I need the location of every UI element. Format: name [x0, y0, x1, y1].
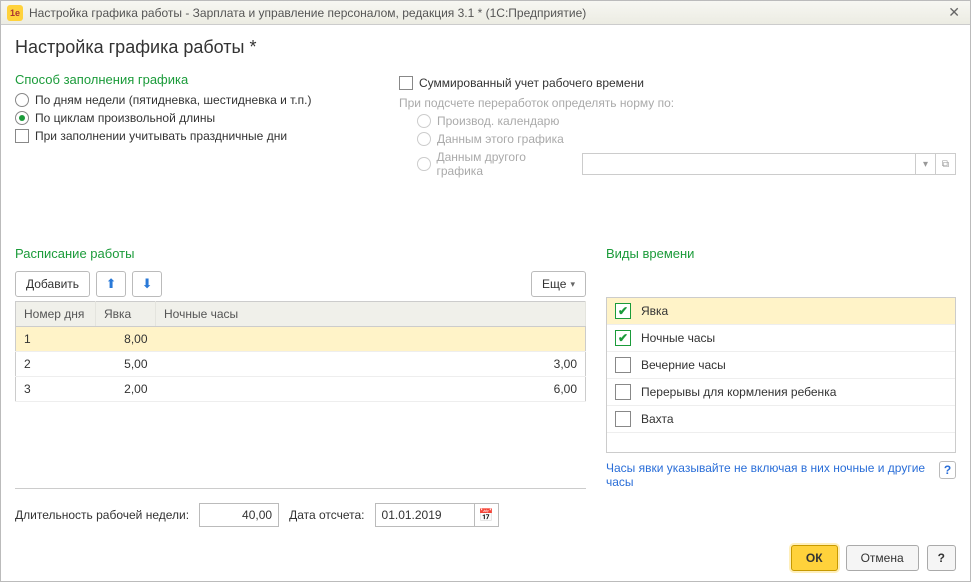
schedule-grid: Номер дня Явка Ночные часы 18,0025,003,0…	[15, 301, 586, 402]
cell-night: 3,00	[156, 352, 586, 377]
cell-presence: 2,00	[96, 377, 156, 402]
radio-weekdays[interactable]: По дням недели (пятидневка, шестидневка …	[15, 93, 375, 107]
radio-norm-calendar: Производ. календарю	[417, 114, 956, 128]
window: 1e Настройка графика работы - Зарплата и…	[0, 0, 971, 582]
cell-daynum: 2	[16, 352, 96, 377]
checkbox-label: При заполнении учитывать праздничные дни	[35, 129, 287, 143]
arrow-down-icon: ⬇	[142, 276, 153, 292]
move-up-button[interactable]: ⬆	[96, 271, 126, 297]
app-logo-icon: 1e	[7, 5, 23, 21]
radio-cycles[interactable]: По циклам произвольной длины	[15, 111, 375, 125]
cancel-button[interactable]: Отмена	[846, 545, 919, 571]
summarized-group: Суммированный учет рабочего времени При …	[399, 72, 956, 182]
calendar-button[interactable]: 📅	[475, 503, 499, 527]
radio-label: Производ. календарю	[437, 114, 559, 128]
cell-night: 6,00	[156, 377, 586, 402]
window-title: Настройка графика работы - Зарплата и уп…	[29, 6, 944, 20]
close-button[interactable]: ✕	[944, 4, 964, 21]
ok-button[interactable]: ОК	[791, 545, 838, 571]
radio-icon	[417, 132, 431, 146]
time-types-hint: Часы явки указывайте не включая в них но…	[606, 461, 931, 489]
start-date-input[interactable]: 01.01.2019	[375, 503, 475, 527]
week-length-input[interactable]: 40,00	[199, 503, 279, 527]
schedule-grid-wrap[interactable]: Номер дня Явка Ночные часы 18,0025,003,0…	[15, 301, 586, 489]
week-length-label: Длительность рабочей недели:	[15, 508, 189, 522]
table-row[interactable]: 32,006,00	[16, 377, 586, 402]
footer: ОК Отмена ?	[1, 535, 970, 581]
radio-norm-other: Данным другого графика ▾ ⧉	[417, 150, 956, 178]
radio-label: По дням недели (пятидневка, шестидневка …	[35, 93, 312, 107]
radio-label: Данным другого графика	[437, 150, 570, 178]
schedule-title: Расписание работы	[15, 246, 586, 261]
start-date-label: Дата отсчета:	[289, 508, 364, 522]
more-button[interactable]: Еще ▾	[531, 271, 586, 297]
dropdown-icon: ▾	[915, 154, 935, 174]
checkbox-icon[interactable]	[615, 303, 631, 319]
schedule-panel: Расписание работы Добавить ⬆ ⬇ Еще ▾	[15, 246, 586, 489]
radio-icon	[15, 111, 29, 125]
time-types-hint-row: Часы явки указывайте не включая в них но…	[606, 461, 956, 489]
radio-label: По циклам произвольной длины	[35, 111, 215, 125]
time-types-title: Виды времени	[606, 246, 956, 261]
cell-night	[156, 327, 586, 352]
titlebar: 1e Настройка графика работы - Зарплата и…	[1, 1, 970, 25]
time-types-panel: Виды времени Явка Ночные часы Вечерние час…	[606, 246, 956, 489]
norm-label: При подсчете переработок определять норм…	[399, 96, 956, 110]
col-night[interactable]: Ночные часы	[156, 302, 586, 327]
cell-presence: 8,00	[96, 327, 156, 352]
table-row[interactable]: 18,00	[16, 327, 586, 352]
move-down-button[interactable]: ⬇	[132, 271, 162, 297]
schedule-toolbar: Добавить ⬆ ⬇ Еще ▾	[15, 271, 586, 297]
more-label: Еще	[542, 277, 566, 291]
time-type-row[interactable]: Вечерние часы	[607, 352, 955, 379]
cell-daynum: 1	[16, 327, 96, 352]
time-types-list[interactable]: Явка Ночные часы Вечерние часы Перерывы для…	[606, 297, 956, 453]
time-type-row[interactable]: Вахта	[607, 406, 955, 433]
table-row[interactable]: 25,003,00	[16, 352, 586, 377]
content: Настройка графика работы * Способ заполн…	[1, 25, 970, 535]
time-type-label: Ночные часы	[641, 331, 715, 345]
checkbox-summarized[interactable]: Суммированный учет рабочего времени	[399, 76, 956, 90]
start-date-field: 01.01.2019 📅	[375, 503, 499, 527]
checkbox-label: Суммированный учет рабочего времени	[419, 76, 644, 90]
top-row: Способ заполнения графика По дням недели…	[15, 72, 956, 182]
time-type-label: Перерывы для кормления ребенка	[641, 385, 836, 399]
time-type-row[interactable]: Ночные часы	[607, 325, 955, 352]
time-type-row[interactable]: Перерывы для кормления ребенка	[607, 379, 955, 406]
other-schedule-select: ▾ ⧉	[582, 153, 956, 175]
radio-icon	[417, 114, 431, 128]
col-daynum[interactable]: Номер дня	[16, 302, 96, 327]
cell-daynum: 3	[16, 377, 96, 402]
checkbox-icon[interactable]	[615, 330, 631, 346]
fill-method-title: Способ заполнения графика	[15, 72, 375, 87]
checkbox-icon	[399, 76, 413, 90]
mid-row: Расписание работы Добавить ⬆ ⬇ Еще ▾	[15, 246, 956, 489]
bottom-fields: Длительность рабочей недели: 40,00 Дата …	[15, 503, 956, 527]
checkbox-holidays[interactable]: При заполнении учитывать праздничные дни	[15, 129, 375, 143]
radio-icon	[15, 93, 29, 107]
time-type-label: Явка	[641, 304, 668, 318]
time-type-label: Вечерние часы	[641, 358, 726, 372]
chevron-down-icon: ▾	[570, 279, 575, 290]
radio-label: Данным этого графика	[437, 132, 564, 146]
col-presence[interactable]: Явка	[96, 302, 156, 327]
page-title: Настройка графика работы *	[15, 37, 956, 58]
checkbox-icon[interactable]	[615, 411, 631, 427]
checkbox-icon	[15, 129, 29, 143]
help-button[interactable]: ?	[927, 545, 956, 571]
open-icon: ⧉	[935, 154, 955, 174]
checkbox-icon[interactable]	[615, 357, 631, 373]
add-button[interactable]: Добавить	[15, 271, 90, 297]
radio-norm-this: Данным этого графика	[417, 132, 956, 146]
calendar-icon: 📅	[479, 508, 494, 522]
cell-presence: 5,00	[96, 352, 156, 377]
fill-method-group: Способ заполнения графика По дням недели…	[15, 72, 375, 182]
time-type-row[interactable]: Явка	[607, 298, 955, 325]
time-type-label: Вахта	[641, 412, 674, 426]
checkbox-icon[interactable]	[615, 384, 631, 400]
help-hint-button[interactable]: ?	[939, 461, 956, 479]
arrow-up-icon: ⬆	[106, 276, 117, 292]
radio-icon	[417, 157, 431, 171]
